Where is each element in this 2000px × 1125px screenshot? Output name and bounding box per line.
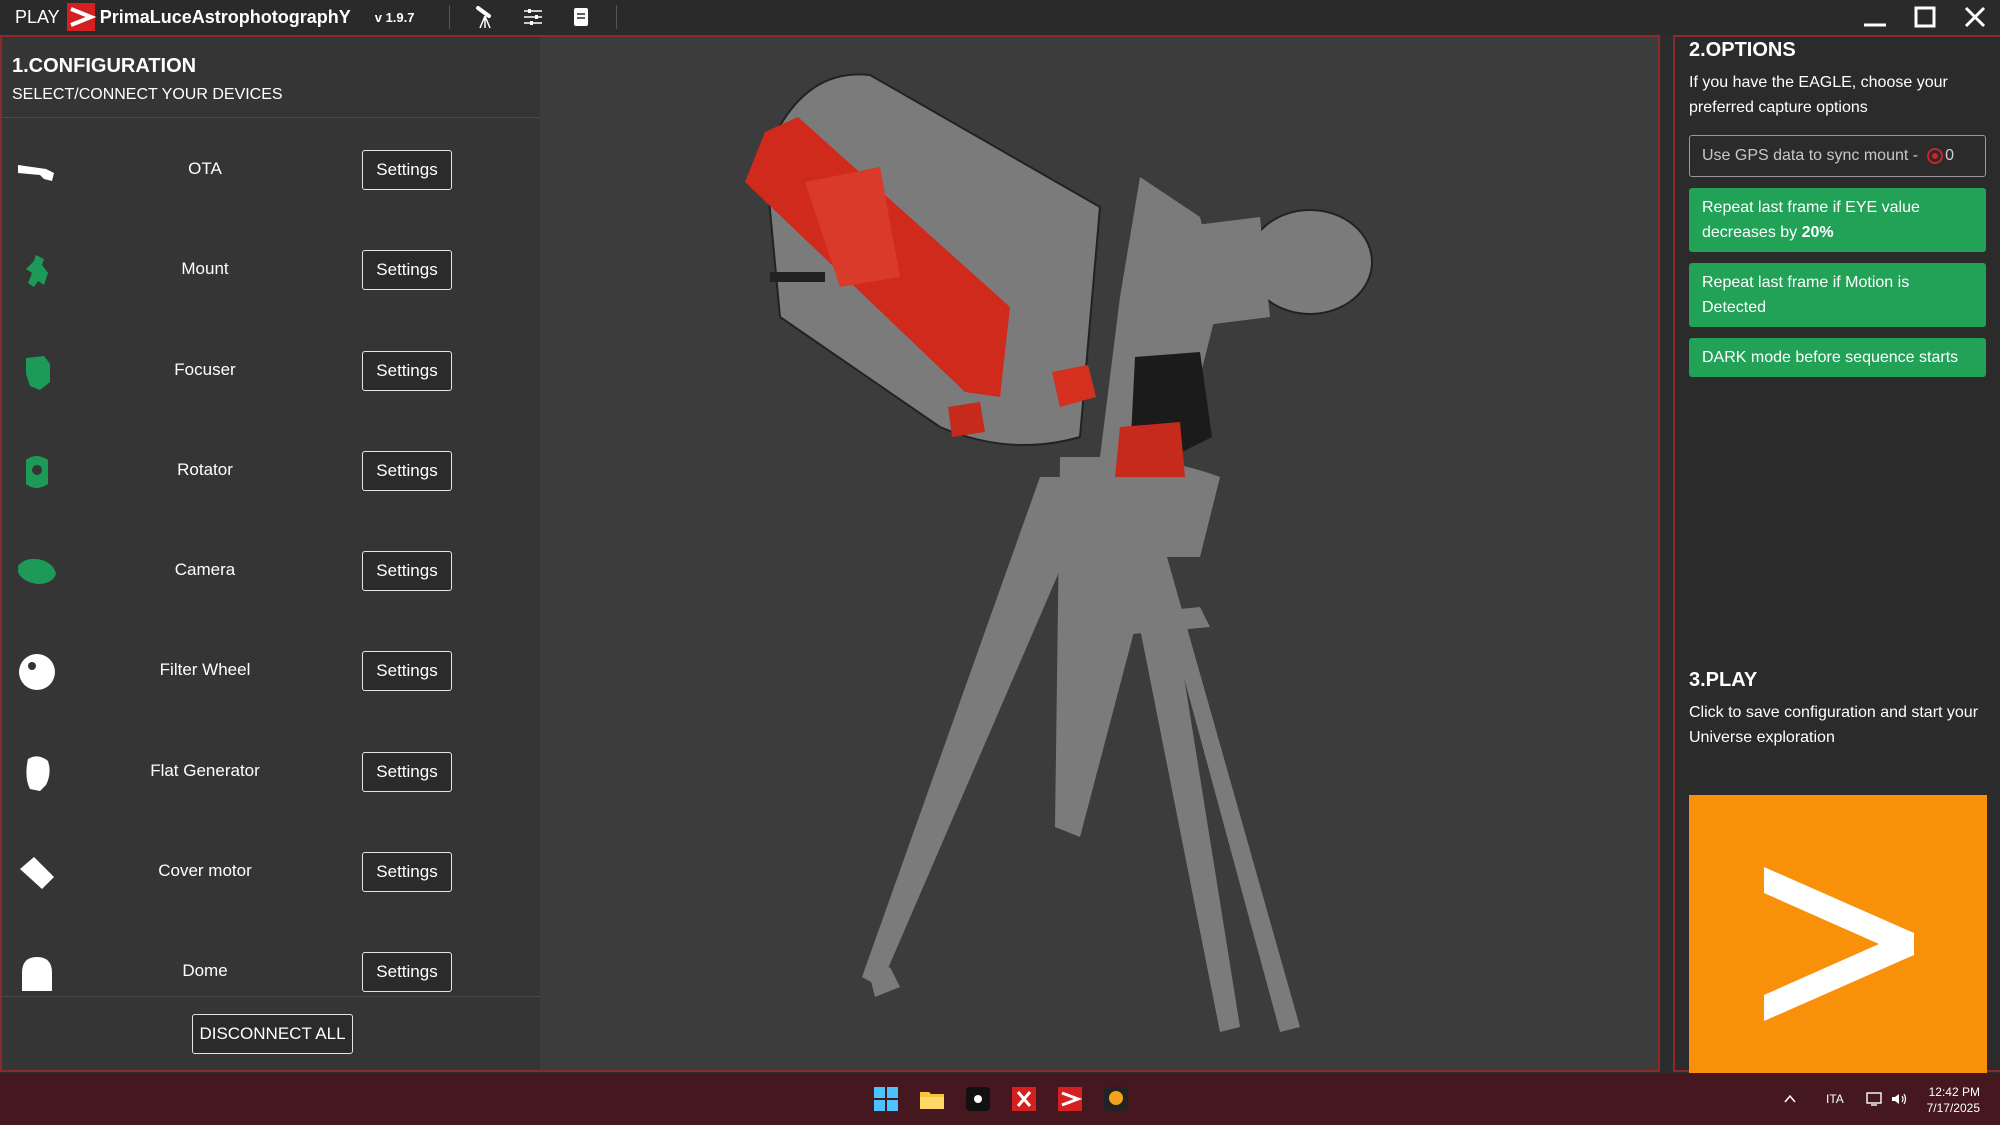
device-name: Rotator xyxy=(177,459,233,479)
close-icon xyxy=(1964,6,1986,28)
close-button[interactable] xyxy=(1950,0,2000,34)
device-row-camera: Camera Settings xyxy=(2,520,540,620)
titlebar-divider xyxy=(448,5,450,29)
divider xyxy=(2,117,540,118)
cover-motor-icon xyxy=(20,857,54,890)
device-list: OTA Settings Mount Settings Focuser Sett… xyxy=(2,119,540,1022)
minimize-button[interactable] xyxy=(1850,0,1900,34)
cover-motor-settings-button[interactable]: Settings xyxy=(362,852,452,893)
device-row-flat-generator: Flat Generator Settings xyxy=(2,721,540,821)
telescope-3d-view[interactable] xyxy=(540,35,1660,1072)
device-name: Mount xyxy=(181,259,229,279)
mount-icon xyxy=(26,255,48,288)
chevron-up-icon[interactable] xyxy=(1782,1091,1798,1107)
clock-date: 7/17/2025 xyxy=(1926,1101,1980,1115)
dark-mode-option[interactable]: DARK mode before sequence starts xyxy=(1689,338,1986,377)
configuration-subtitle: SELECT/CONNECT YOUR DEVICES xyxy=(12,86,283,103)
gps-status-icon xyxy=(1927,148,1944,164)
device-row-cover-motor: Cover motor Settings xyxy=(2,821,540,921)
options-description: If you have the EAGLE, choose your prefe… xyxy=(1689,74,1948,116)
play-description: Click to save configuration and start yo… xyxy=(1689,704,1979,746)
device-name: Dome xyxy=(182,961,228,981)
rotator-settings-button[interactable]: Settings xyxy=(362,450,452,491)
maximize-icon xyxy=(1914,6,1936,28)
device-name: OTA xyxy=(188,159,222,178)
document-icon[interactable] xyxy=(568,4,594,30)
stellarium-icon[interactable] xyxy=(964,1085,992,1113)
dome-settings-button[interactable]: Settings xyxy=(362,952,452,993)
titlebar-divider xyxy=(615,5,617,29)
app-play-label: PLAY xyxy=(15,6,60,27)
device-name: Flat Generator xyxy=(150,760,260,780)
input-language[interactable]: ITA xyxy=(1826,1092,1844,1106)
windows-start-icon[interactable] xyxy=(872,1085,900,1113)
device-row-mount: Mount Settings xyxy=(2,219,540,319)
device-name: Cover motor xyxy=(158,861,252,881)
window-controls xyxy=(1850,0,2000,34)
filter-wheel-settings-button[interactable]: Settings xyxy=(362,651,452,692)
title-bar: PLAY PrimaLuceAstrophotographY v 1.9.7 xyxy=(0,0,2000,34)
disconnect-all-button[interactable]: DISCONNECT ALL xyxy=(192,1014,353,1054)
camera-icon xyxy=(18,559,56,585)
gps-sync-label: Use GPS data to sync mount - xyxy=(1702,147,1919,164)
options-panel: 2.OPTIONS If you have the EAGLE, choose … xyxy=(1673,35,2000,1092)
device-name: Camera xyxy=(174,560,236,580)
gps-sync-count: 0 xyxy=(1945,147,1954,164)
focuser-icon xyxy=(26,355,50,390)
rotator-icon xyxy=(26,455,48,488)
xcap-icon[interactable] xyxy=(1010,1085,1038,1113)
ota-icon xyxy=(18,165,54,181)
telescope-illustration xyxy=(745,73,1373,1032)
option-label: Repeat last frame if Motion is Detected xyxy=(1702,274,1910,316)
sliders-icon[interactable] xyxy=(520,4,546,30)
flat-generator-icon xyxy=(26,756,50,791)
option-label: DARK mode before sequence starts xyxy=(1702,349,1959,366)
volume-icon[interactable] xyxy=(1890,1091,1908,1107)
app-window: PLAY PrimaLuceAstrophotographY v 1.9.7 1… xyxy=(0,0,2000,1125)
configuration-title: 1.CONFIGURATION xyxy=(12,55,197,77)
flat-generator-settings-button[interactable]: Settings xyxy=(362,751,452,792)
play-start-button[interactable] xyxy=(1689,795,1987,1092)
play-app-icon[interactable] xyxy=(1056,1085,1084,1113)
device-row-ota: OTA Settings xyxy=(2,119,540,219)
mount-settings-button[interactable]: Settings xyxy=(362,250,452,291)
brand-name: PrimaLuceAstrophotographY xyxy=(99,6,351,27)
option-value: 20% xyxy=(1801,224,1834,241)
dome-icon xyxy=(22,957,52,992)
device-name: Filter Wheel xyxy=(159,660,251,680)
sharpcap-icon[interactable] xyxy=(1102,1085,1130,1113)
options-title: 2.OPTIONS xyxy=(1689,39,1796,61)
ota-settings-button[interactable]: Settings xyxy=(362,150,452,190)
gps-sync-field[interactable]: Use GPS data to sync mount - 0 xyxy=(1689,135,1986,177)
taskbar-clock[interactable]: 12:42 PM 7/17/2025 xyxy=(1927,1084,1980,1116)
windows-taskbar: ITA 12:42 PM 7/17/2025 xyxy=(0,1073,2000,1125)
app-version: v 1.9.7 xyxy=(374,9,415,25)
play-section: 3.PLAY Click to save configuration and s… xyxy=(1675,667,2000,1092)
clock-time: 12:42 PM xyxy=(1928,1085,1980,1099)
play-arrow-icon xyxy=(1764,867,1914,1021)
filter-wheel-icon xyxy=(19,654,55,691)
device-name: Focuser xyxy=(174,359,236,379)
camera-settings-button[interactable]: Settings xyxy=(362,551,452,592)
system-tray: ITA xyxy=(1782,1073,1908,1125)
repeat-frame-motion-option[interactable]: Repeat last frame if Motion is Detected xyxy=(1689,263,1986,327)
device-row-rotator: Rotator Settings xyxy=(2,420,540,520)
telescope-icon[interactable] xyxy=(472,4,498,30)
configuration-panel: 1.CONFIGURATION SELECT/CONNECT YOUR DEVI… xyxy=(0,35,540,1072)
focuser-settings-button[interactable]: Settings xyxy=(362,350,452,391)
device-row-filter-wheel: Filter Wheel Settings xyxy=(2,620,540,720)
configuration-footer: DISCONNECT ALL xyxy=(2,996,540,1070)
network-icon[interactable] xyxy=(1866,1091,1884,1107)
brand-logo-icon xyxy=(66,3,97,31)
device-row-focuser: Focuser Settings xyxy=(2,320,540,420)
file-explorer-icon[interactable] xyxy=(918,1085,946,1113)
maximize-button[interactable] xyxy=(1900,0,1950,34)
minimize-icon xyxy=(1864,23,1886,27)
repeat-frame-eye-option[interactable]: Repeat last frame if EYE value decreases… xyxy=(1689,188,1986,252)
play-title: 3.PLAY xyxy=(1689,669,1758,691)
